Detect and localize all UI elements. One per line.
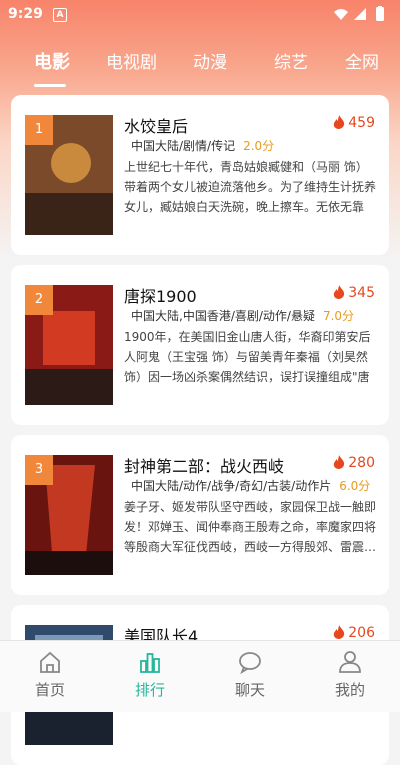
ranking-icon: [140, 653, 160, 673]
hot-count: 459: [333, 115, 375, 131]
rank-badge: 2: [25, 285, 53, 315]
hot-value: 459: [348, 115, 375, 131]
tab-all[interactable]: 全网: [345, 48, 379, 73]
home-icon: [40, 651, 60, 673]
fire-icon: [334, 115, 345, 129]
poster-figure: [51, 143, 91, 183]
signal-icon: [354, 8, 366, 20]
poster-floor: [25, 551, 113, 575]
nav-profile-label: 我的: [334, 681, 365, 699]
movie-genre: 中国大陆/剧情/传记 2.0分: [131, 137, 274, 154]
profile-icon: [339, 651, 361, 673]
genre-text: 中国大陆/动作/战争/奇幻/古装/动作片: [131, 479, 332, 493]
notification-a-icon: A: [53, 8, 67, 22]
chat-icon: [239, 652, 261, 675]
hot-count: 206: [333, 625, 375, 641]
movie-score: 2.0分: [243, 139, 275, 153]
nav-home-label: 首页: [34, 681, 65, 699]
movie-genre: 中国大陆/动作/战争/奇幻/古装/动作片 6.0分: [131, 477, 370, 494]
nav-chat-label: 聊天: [234, 681, 265, 699]
movie-title: 水饺皇后: [124, 117, 189, 136]
movie-poster: 1: [25, 115, 113, 235]
poster-figure: [43, 311, 95, 365]
poster-floor: [25, 193, 113, 235]
movie-description: 上世纪七十年代，青岛姑娘臧健和（马丽 饰）带着两个女儿被迫流落他乡。为了维持生计…: [124, 160, 376, 214]
nav-ranking-label: 排行: [134, 681, 165, 699]
active-tab-indicator: [34, 84, 66, 87]
movie-card[interactable]: 3 封神第二部：战火西岐 280 中国大陆/动作/战争/奇幻/古装/动作片 6.0…: [11, 435, 389, 595]
rank-badge: 1: [25, 115, 53, 145]
tab-tv[interactable]: 电视剧: [106, 48, 157, 73]
movie-title: 封神第二部：战火西岐: [124, 457, 285, 476]
tab-variety[interactable]: 综艺: [274, 48, 308, 73]
rank-badge: 3: [25, 455, 53, 485]
poster-floor: [25, 369, 113, 405]
movie-score: 7.0分: [322, 309, 355, 323]
movie-score: 6.0分: [339, 479, 371, 493]
movie-poster: 3: [25, 455, 113, 575]
nav-chat[interactable]: 聊天: [220, 649, 280, 700]
movie-card[interactable]: 2 唐探1900 345 中国大陆,中国香港/喜剧/动作/悬疑 7.0分 1900…: [11, 265, 389, 425]
hot-count: 280: [333, 455, 375, 471]
movie-card[interactable]: 1 水饺皇后 459 中国大陆/剧情/传记 2.0分 上世纪七十年代，青岛姑娘臧健…: [11, 95, 389, 255]
wifi-icon: [334, 9, 348, 20]
movie-description: 姜子牙、姬发带队坚守西岐，家园保卫战一触即发！邓婵玉、闻仲奉商王殷寿之命，率魔家…: [124, 500, 376, 554]
movie-description: 1900年，在美国旧金山唐人街，华裔印第安后人阿鬼（王宝强 饰）与留美青年秦福（…: [124, 330, 371, 384]
nav-profile[interactable]: 我的: [320, 649, 380, 700]
genre-text: 中国大陆,中国香港/喜剧/动作/悬疑: [131, 309, 315, 323]
category-tabs: 电影 电视剧 动漫 综艺 全网: [0, 44, 400, 84]
movie-genre: 中国大陆,中国香港/喜剧/动作/悬疑 7.0分: [131, 307, 354, 324]
status-icons: [334, 6, 384, 21]
hot-value: 345: [348, 285, 375, 301]
status-bar: 9:29 A: [0, 0, 400, 28]
fire-icon: [334, 625, 345, 639]
nav-home[interactable]: 首页: [20, 649, 80, 700]
fire-icon: [334, 455, 345, 469]
fire-icon: [334, 285, 345, 299]
movie-title: 唐探1900: [124, 287, 197, 306]
battery-icon: [376, 7, 384, 21]
genre-text: 中国大陆/剧情/传记: [131, 139, 236, 153]
hot-count: 345: [333, 285, 375, 301]
tab-anime[interactable]: 动漫: [193, 48, 227, 73]
tab-movie[interactable]: 电影: [34, 48, 70, 74]
hot-value: 206: [348, 625, 375, 641]
nav-ranking[interactable]: 排行: [120, 649, 180, 700]
bottom-navigation: 首页 排行 聊天 我的: [0, 640, 400, 712]
status-time: 9:29: [8, 6, 43, 22]
hot-value: 280: [348, 455, 375, 471]
movie-poster: 2: [25, 285, 113, 405]
